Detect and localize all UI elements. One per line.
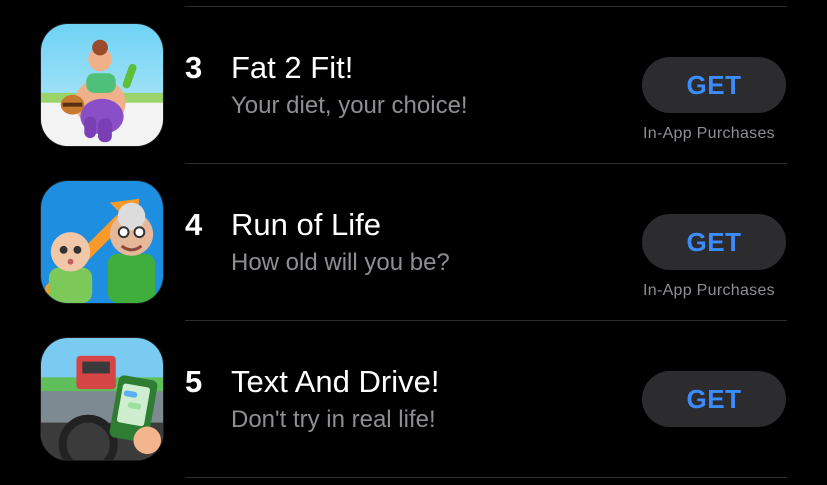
app-subtitle: Don't try in real life!	[231, 406, 436, 433]
get-button[interactable]: GET	[642, 57, 786, 113]
text-and-drive-icon-art	[41, 338, 163, 460]
app-name[interactable]: Fat 2 Fit!	[231, 50, 353, 86]
in-app-purchases-note: In-App Purchases	[643, 282, 775, 299]
app-name[interactable]: Text And Drive!	[231, 364, 439, 400]
in-app-purchases-note: In-App Purchases	[643, 125, 775, 142]
text-and-drive-app-icon[interactable]	[40, 337, 164, 461]
list-item[interactable]: 4 Run of Life How old will you be? GET I…	[0, 157, 827, 313]
fat-2-fit-app-icon[interactable]	[40, 23, 164, 147]
list-divider	[185, 477, 787, 478]
rank-number: 3	[185, 50, 203, 85]
app-name[interactable]: Run of Life	[231, 207, 381, 243]
app-subtitle: Your diet, your choice!	[231, 92, 468, 119]
list-item[interactable]: 5 Text And Drive! Don't try in real life…	[0, 314, 827, 470]
run-of-life-app-icon[interactable]	[40, 180, 164, 304]
fat-2-fit-icon-art	[41, 24, 163, 146]
app-subtitle: How old will you be?	[231, 249, 450, 276]
get-button[interactable]: GET	[642, 214, 786, 270]
get-button[interactable]: GET	[642, 371, 786, 427]
rank-number: 5	[185, 364, 203, 399]
list-item[interactable]: 3 Fat 2 Fit! Your diet, your choice! GET…	[0, 0, 827, 156]
rank-number: 4	[185, 207, 203, 242]
run-of-life-icon-art	[41, 181, 163, 303]
